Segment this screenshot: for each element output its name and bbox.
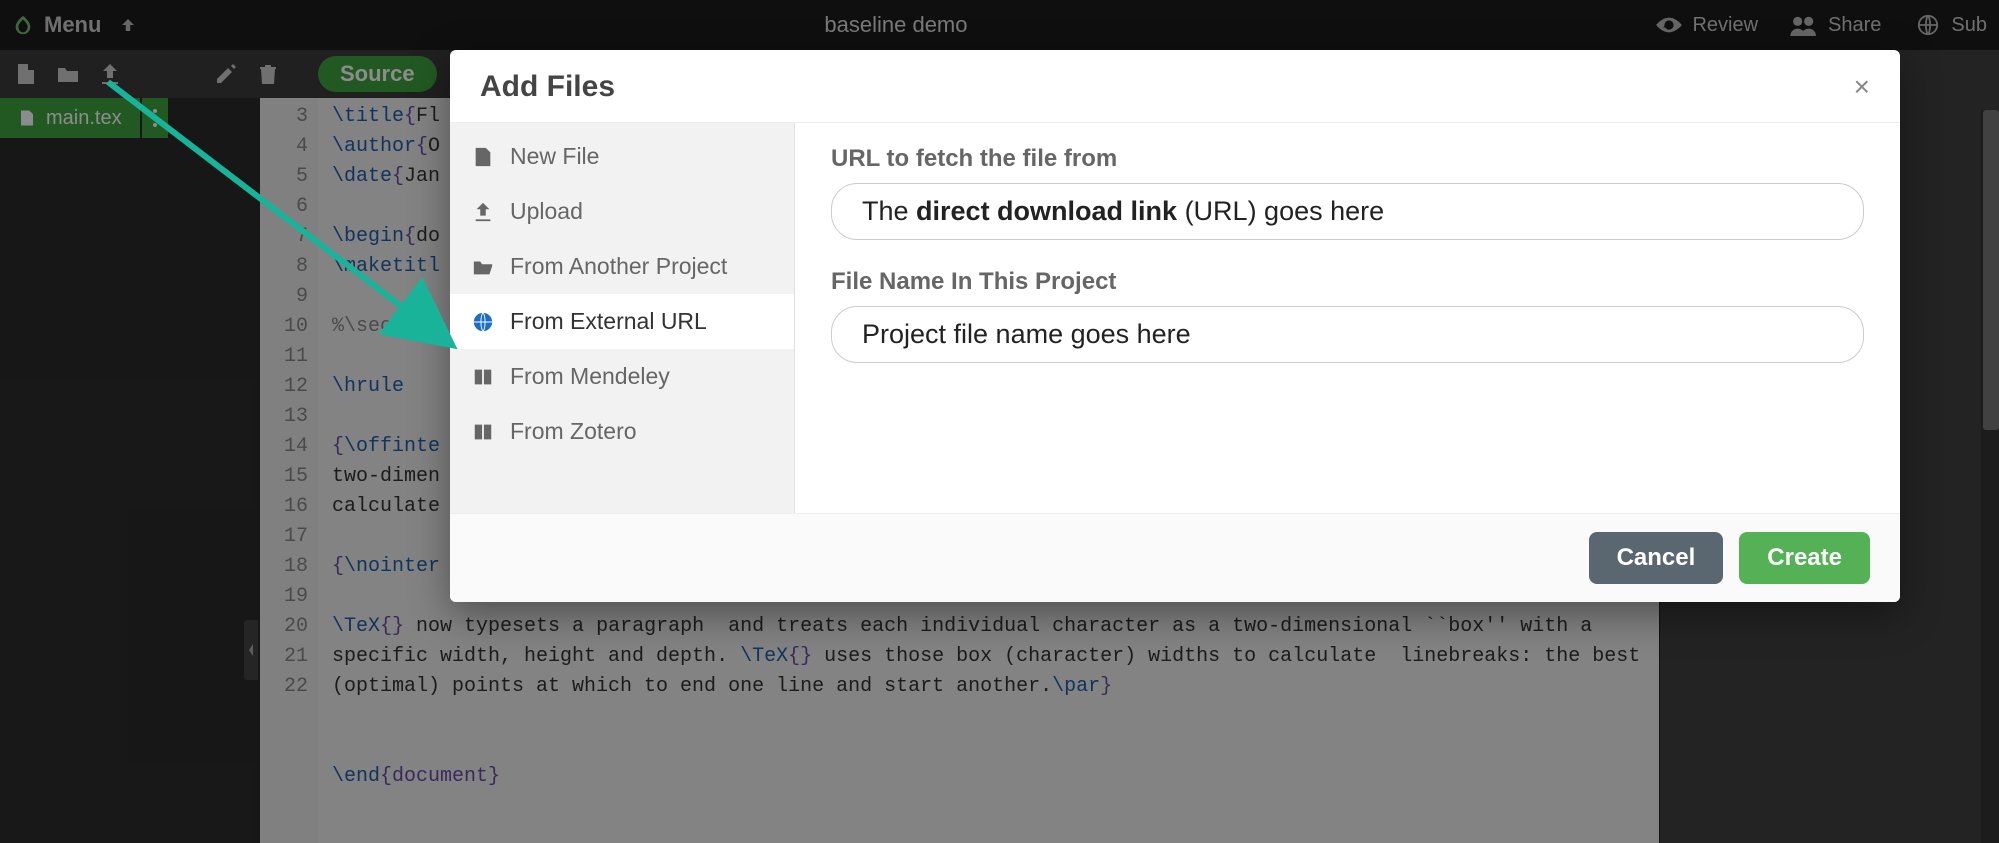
modal-title: Add Files — [480, 70, 615, 104]
sidebar-item-from-project[interactable]: From Another Project — [450, 239, 794, 294]
sidebar-item-from-mendeley[interactable]: From Mendeley — [450, 349, 794, 404]
sidebar-item-label: From Zotero — [510, 418, 637, 445]
book-icon — [472, 421, 494, 443]
modal-sidebar: New File Upload From Another Project Fro… — [450, 123, 795, 513]
sidebar-item-from-zotero[interactable]: From Zotero — [450, 404, 794, 459]
modal-form: URL to fetch the file from The direct do… — [795, 123, 1900, 513]
close-icon[interactable]: × — [1854, 71, 1870, 103]
sidebar-item-label: From Mendeley — [510, 363, 670, 390]
sidebar-item-upload[interactable]: Upload — [450, 184, 794, 239]
sidebar-item-label: From External URL — [510, 308, 707, 335]
url-field-label: URL to fetch the file from — [831, 145, 1864, 173]
sidebar-item-label: From Another Project — [510, 253, 727, 280]
book-icon — [472, 366, 494, 388]
file-icon — [472, 146, 494, 168]
add-files-modal: Add Files × New File Upload From Another… — [450, 50, 1900, 602]
sidebar-item-from-url[interactable]: From External URL — [450, 294, 794, 349]
globe-icon — [472, 311, 494, 333]
sidebar-item-new-file[interactable]: New File — [450, 129, 794, 184]
filename-field-label: File Name In This Project — [831, 268, 1864, 296]
url-input[interactable]: The direct download link (URL) goes here — [831, 183, 1864, 240]
upload-icon — [472, 201, 494, 223]
cancel-button[interactable]: Cancel — [1589, 532, 1724, 584]
sidebar-item-label: Upload — [510, 198, 583, 225]
sidebar-item-label: New File — [510, 143, 599, 170]
folder-open-icon — [472, 256, 494, 278]
create-button[interactable]: Create — [1739, 532, 1870, 584]
filename-input[interactable]: Project file name goes here — [831, 306, 1864, 363]
